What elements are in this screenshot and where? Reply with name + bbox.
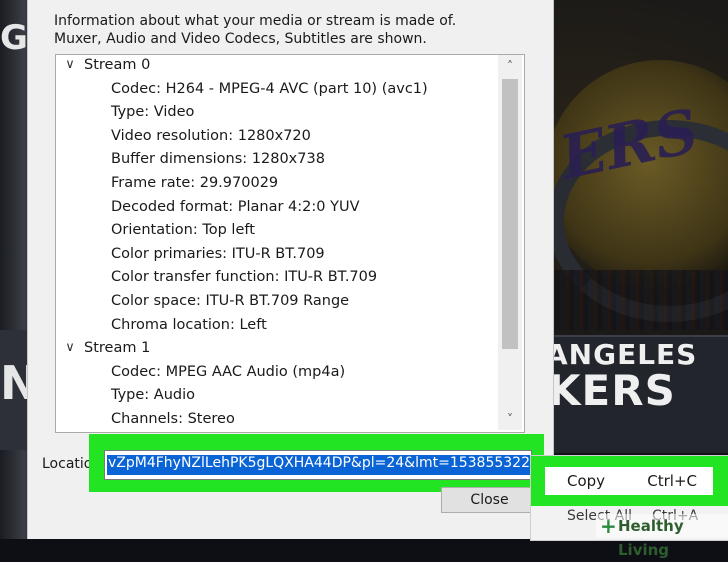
tree-node-label: Stream 0 <box>84 57 151 73</box>
tree-row-label: Color space: ITU-R BT.709 Range <box>111 293 350 309</box>
tree-row-label: Codec: MPEG AAC Audio (mp4a) <box>111 363 346 380</box>
tree-row-label: Frame rate: 29.970029 <box>111 175 279 191</box>
scroll-down-icon[interactable]: ˅ <box>498 408 522 430</box>
context-menu-copy[interactable]: Copy Ctrl+C <box>545 467 713 495</box>
scroll-up-icon[interactable]: ˄ <box>498 55 522 77</box>
codec-tree-view[interactable]: ∨ Stream 0 Codec: H264 - MPEG-4 AVC (part … <box>55 54 525 433</box>
watermark-plus-icon: + <box>600 514 617 538</box>
scrollbar-thumb[interactable] <box>502 79 518 349</box>
tree-row-label: Codec: H264 - MPEG-4 AVC (part 10) (avc1… <box>111 80 428 97</box>
tree-node-label: Stream 1 <box>84 340 151 357</box>
tree-row-label: Type: Audio <box>111 387 196 404</box>
watermark-text: Healthy Living <box>618 517 684 559</box>
bg-banner-line2: KERS <box>548 366 676 415</box>
copy-label: Copy <box>567 472 606 490</box>
tree-row-label: Type: Video <box>111 104 195 121</box>
location-selected-text[interactable]: vZpM4FhyNZlLehPK5gLQXHA44DP&pl=24&lmt=15… <box>107 455 531 475</box>
tree-row-label: Color transfer function: ITU-R BT.709 <box>111 269 378 286</box>
tree-row-label: Buffer dimensions: 1280x738 <box>111 151 325 168</box>
chevron-down-icon[interactable]: ∨ <box>62 57 78 79</box>
tree-row-label: Orientation: Top left <box>111 222 255 239</box>
copy-shortcut: Ctrl+C <box>647 472 697 490</box>
crowd-strip <box>532 270 728 330</box>
codec-description: Information about what your media or str… <box>54 12 456 48</box>
tree-row-label: Video resolution: 1280x720 <box>111 127 311 144</box>
description-line-2: Muxer, Audio and Video Codecs, Subtitles… <box>54 31 427 47</box>
tree-row-label: Color primaries: ITU-R BT.709 <box>111 245 325 262</box>
tree-row-label: Channels: Stereo <box>111 411 235 427</box>
tree-row-label: Chroma location: Left <box>111 316 267 333</box>
description-line-1: Information about what your media or str… <box>54 13 457 29</box>
watermark: + Healthy Living <box>596 514 728 559</box>
location-field[interactable]: vZpM4FhyNZlLehPK5gLQXHA44DP&pl=24&lmt=15… <box>104 450 532 480</box>
close-button[interactable]: Close <box>441 487 538 513</box>
chevron-down-icon[interactable]: ∨ <box>62 340 78 362</box>
tree-scrollbar[interactable]: ˄ ˅ <box>498 55 522 430</box>
tree-row-label: Decoded format: Planar 4:2:0 YUV <box>111 198 360 215</box>
